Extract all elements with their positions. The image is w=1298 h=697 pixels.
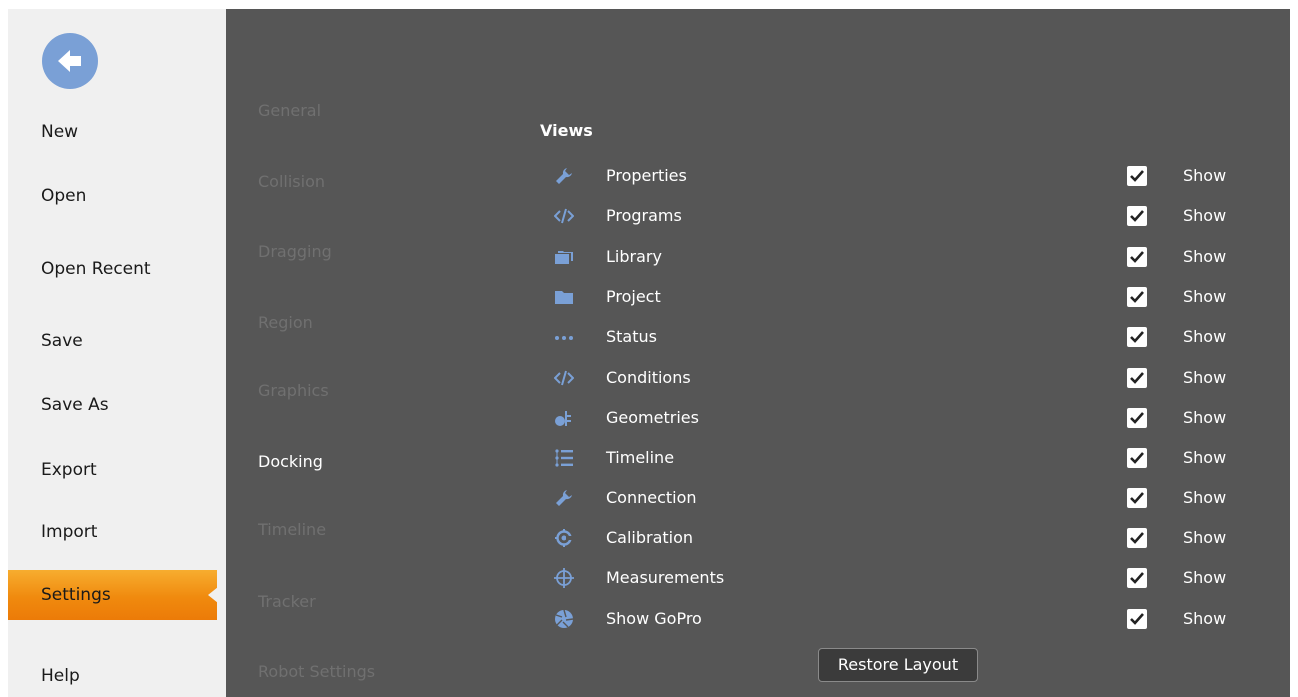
aperture-icon <box>555 609 574 628</box>
show-checkbox[interactable] <box>1127 609 1147 629</box>
restore-layout-button[interactable]: Restore Layout <box>818 648 978 682</box>
menu-item-label: Open <box>41 186 87 206</box>
view-label: Conditions <box>606 368 691 387</box>
show-label: Show <box>1183 247 1227 266</box>
menu-item-label: Save <box>41 331 83 351</box>
view-label: Properties <box>606 166 687 185</box>
menu-item-settings[interactable]: Settings <box>8 570 218 620</box>
show-checkbox[interactable] <box>1127 206 1147 226</box>
view-row-library: Library Show <box>226 247 1290 287</box>
checkmark-icon <box>1130 452 1144 464</box>
view-row-programs: Programs Show <box>226 206 1290 246</box>
show-label: Show <box>1183 206 1227 225</box>
show-checkbox[interactable] <box>1127 368 1147 388</box>
view-label: Library <box>606 247 662 266</box>
show-checkbox[interactable] <box>1127 528 1147 548</box>
view-row-status: Status Show <box>226 327 1290 367</box>
show-label: Show <box>1183 408 1227 427</box>
menu-item-save[interactable]: Save <box>8 321 226 361</box>
show-checkbox[interactable] <box>1127 287 1147 307</box>
show-label: Show <box>1183 368 1227 387</box>
view-label: Show GoPro <box>606 609 702 628</box>
list-icon <box>555 449 573 467</box>
checkmark-icon <box>1130 210 1144 222</box>
checkmark-icon <box>1130 492 1144 504</box>
arrow-left-icon <box>58 50 81 72</box>
view-row-properties: Properties Show <box>226 166 1290 206</box>
checkmark-icon <box>1130 331 1144 343</box>
show-label: Show <box>1183 327 1227 346</box>
view-label: Project <box>606 287 661 306</box>
menu-item-new[interactable]: New <box>8 112 226 152</box>
view-label: Measurements <box>606 568 725 587</box>
view-row-measurements: Measurements Show <box>226 568 1290 608</box>
show-checkbox[interactable] <box>1127 408 1147 428</box>
folders-icon <box>555 251 573 264</box>
menu-item-label: Save As <box>41 395 109 415</box>
show-label: Show <box>1183 287 1227 306</box>
menu-item-import[interactable]: Import <box>8 512 226 552</box>
crosshair-icon <box>554 568 574 588</box>
menu-item-export[interactable]: Export <box>8 450 226 490</box>
calibration-icon <box>555 529 574 547</box>
view-label: Connection <box>606 488 697 507</box>
menu-item-label: New <box>41 122 79 142</box>
settings-panel: General Collision Dragging Region Graphi… <box>226 9 1290 697</box>
checkmark-icon <box>1130 412 1144 424</box>
wrench-icon <box>556 490 572 506</box>
show-label: Show <box>1183 166 1227 185</box>
active-indicator <box>208 587 218 603</box>
menu-item-label: Help <box>41 666 80 686</box>
menu-item-label: Export <box>41 460 97 480</box>
show-checkbox[interactable] <box>1127 166 1147 186</box>
show-label: Show <box>1183 609 1227 628</box>
show-checkbox[interactable] <box>1127 448 1147 468</box>
checkmark-icon <box>1130 572 1144 584</box>
dots-icon <box>555 336 573 340</box>
category-robot-settings[interactable]: Robot Settings <box>258 662 375 681</box>
show-checkbox[interactable] <box>1127 327 1147 347</box>
code-icon <box>554 370 574 386</box>
view-label: Calibration <box>606 528 694 547</box>
checkmark-icon <box>1130 251 1144 263</box>
menu-item-help[interactable]: Help <box>8 656 226 696</box>
view-label: Timeline <box>606 448 675 467</box>
views-heading: Views <box>540 121 593 140</box>
checkmark-icon <box>1130 291 1144 303</box>
menu-item-label: Settings <box>41 585 111 605</box>
menu-item-save-as[interactable]: Save As <box>8 385 226 425</box>
back-button[interactable] <box>42 33 98 89</box>
menu-item-label: Open Recent <box>41 259 151 279</box>
backstage-sidebar: New Open Open Recent Save Save As Export… <box>8 9 226 697</box>
view-row-conditions: Conditions Show <box>226 368 1290 408</box>
view-row-timeline: Timeline Show <box>226 448 1290 488</box>
show-checkbox[interactable] <box>1127 568 1147 588</box>
view-row-show-gopro: Show GoPro Show <box>226 609 1290 649</box>
checkmark-icon <box>1130 532 1144 544</box>
folder-icon <box>555 291 573 304</box>
menu-item-label: Import <box>41 522 98 542</box>
checkmark-icon <box>1130 170 1144 182</box>
view-row-project: Project Show <box>226 287 1290 327</box>
view-label: Status <box>606 327 657 346</box>
show-checkbox[interactable] <box>1127 488 1147 508</box>
category-general[interactable]: General <box>258 101 321 120</box>
menu-item-open[interactable]: Open <box>8 176 226 216</box>
show-label: Show <box>1183 528 1227 547</box>
code-icon <box>554 208 574 224</box>
view-label: Programs <box>606 206 682 225</box>
checkmark-icon <box>1130 372 1144 384</box>
checkmark-icon <box>1130 613 1144 625</box>
show-label: Show <box>1183 488 1227 507</box>
menu-item-open-recent[interactable]: Open Recent <box>8 249 226 289</box>
show-label: Show <box>1183 448 1227 467</box>
view-row-connection: Connection Show <box>226 488 1290 528</box>
shapes-icon <box>555 411 571 426</box>
show-label: Show <box>1183 568 1227 587</box>
view-row-calibration: Calibration Show <box>226 528 1290 568</box>
show-checkbox[interactable] <box>1127 247 1147 267</box>
view-label: Geometries <box>606 408 699 427</box>
view-row-geometries: Geometries Show <box>226 408 1290 448</box>
wrench-icon <box>556 168 572 184</box>
